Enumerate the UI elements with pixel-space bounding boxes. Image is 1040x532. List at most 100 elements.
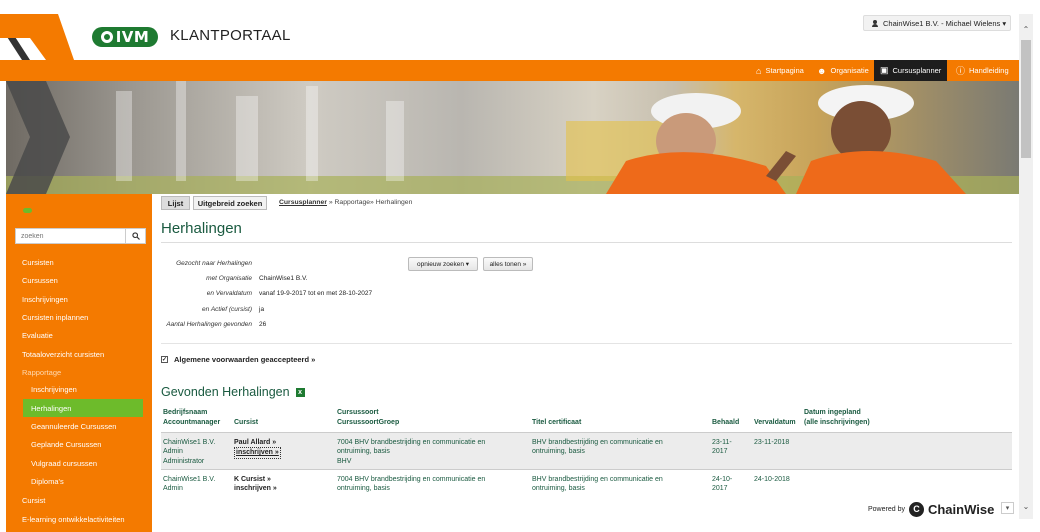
scrollbar-thumb[interactable] xyxy=(1021,40,1031,158)
user-menu[interactable]: ChainWise1 B.V. - Michael Wielens ▾ xyxy=(863,15,1011,31)
page-title: Herhalingen xyxy=(161,220,242,237)
inschrijven-link[interactable]: inschrijven » xyxy=(234,447,281,459)
corner-stripe-graphic xyxy=(0,14,74,60)
tab-lijst[interactable]: Lijst xyxy=(161,196,190,210)
results-title-text: Gevonden Herhalingen xyxy=(161,385,290,399)
nav-organisatie[interactable]: ☻ Organisatie xyxy=(811,60,875,81)
criteria-value: ja xyxy=(259,306,265,313)
table-row[interactable]: ChainWise1 B.V. Admin Administrator Paul… xyxy=(161,432,1012,470)
divider xyxy=(161,242,1012,243)
terms-accepted[interactable]: ✓ Algemene voorwaarden geaccepteerd » xyxy=(161,355,315,364)
ivm-logo[interactable]: IVM xyxy=(92,27,158,47)
sidebar-subitem-inschrijvingen[interactable]: Inschrijvingen xyxy=(6,380,152,398)
inschrijven-link[interactable]: inschrijven » xyxy=(234,484,277,494)
scroll-up-arrow-icon[interactable]: ⌃ xyxy=(1019,24,1033,34)
page: IVM KLANTPORTAAL ChainWise1 B.V. - Micha… xyxy=(0,0,1040,532)
cell-accountmanager: Admin xyxy=(163,485,183,492)
column-header-behaald[interactable]: Behaald xyxy=(712,418,739,427)
sidebar-toggle[interactable] xyxy=(23,208,32,213)
sidebar-item-rapportage[interactable]: Rapportage xyxy=(6,363,152,381)
column-header-datum-ingepland[interactable]: Datum ingepland xyxy=(804,408,861,417)
sidebar-search xyxy=(15,228,146,244)
checkbox-checked-icon: ✓ xyxy=(161,356,168,363)
terms-label: Algemene voorwaarden geaccepteerd » xyxy=(174,355,316,364)
excel-export-icon[interactable]: x xyxy=(295,387,305,397)
sidebar-subitem-herhalingen[interactable]: Herhalingen xyxy=(23,399,143,417)
column-header-cursist[interactable]: Cursist xyxy=(234,418,258,427)
column-header-titel-certificaat[interactable]: Titel certificaat xyxy=(532,418,581,427)
sidebar-item-cursisten[interactable]: Cursisten xyxy=(6,253,152,271)
header: IVM KLANTPORTAAL ChainWise1 B.V. - Micha… xyxy=(0,0,1019,60)
results-title: Gevonden Herhalingen x xyxy=(161,385,305,399)
cell-vervaldatum: 23-11-2018 xyxy=(754,439,790,446)
banner-photo xyxy=(6,81,1019,194)
portal-title: KLANTPORTAAL xyxy=(170,27,291,44)
cell-cursussoort: ontruiming, basis xyxy=(337,448,390,455)
criteria-label: Gezocht naar Herhalingen xyxy=(176,260,252,267)
calendar-icon: ▣ xyxy=(880,65,889,75)
chevron-down-icon[interactable]: ▾ xyxy=(1001,502,1014,514)
breadcrumb-link-cursusplanner[interactable]: Cursusplanner xyxy=(279,199,327,206)
sidebar-item-cursisten-inplannen[interactable]: Cursisten inplannen xyxy=(6,308,152,326)
top-navigation: ⌂ Startpagina ☻ Organisatie ▣ Cursusplanner… xyxy=(0,60,1019,81)
criteria-label: en Actief (cursist) xyxy=(202,306,252,313)
sidebar-subitem-geannuleerde-cursussen[interactable]: Geannuleerde Cursussen xyxy=(6,417,152,435)
column-header-accountmanager[interactable]: Accountmanager xyxy=(163,418,220,427)
sidebar-subitem-diplomas[interactable]: Diploma's xyxy=(6,472,152,490)
user-icon xyxy=(872,19,878,27)
opnieuw-zoeken-button[interactable]: opnieuw zoeken ▾ xyxy=(408,257,478,271)
banner-illustration xyxy=(6,81,1019,194)
column-header-cursussoort[interactable]: Cursussoort xyxy=(337,408,379,417)
cell-behaald: 2017 xyxy=(712,485,728,492)
cell-titel-certificaat: ontruiming, basis xyxy=(532,448,585,455)
scrollbar[interactable]: ⌃ ⌄ xyxy=(1019,14,1033,519)
cell-titel-certificaat: ontruiming, basis xyxy=(532,485,585,492)
scroll-down-arrow-icon[interactable]: ⌄ xyxy=(1019,501,1033,511)
sidebar: Cursisten Cursussen Inschrijvingen Cursi… xyxy=(6,194,152,532)
cell-cursussoortgroep: BHV xyxy=(337,458,352,465)
criteria-label: en Vervaldatum xyxy=(206,290,252,297)
powered-by-label: Powered by xyxy=(868,505,905,513)
criteria-label: Aantal Herhalingen gevonden xyxy=(166,321,252,328)
people-icon: ☻ xyxy=(817,65,827,76)
logo-text: IVM xyxy=(115,28,150,46)
main-content: Lijst Uitgebreid zoeken Cursusplanner » … xyxy=(152,194,1019,532)
column-header-bedrijfsnaam[interactable]: Bedrijfsnaam xyxy=(163,408,207,417)
search-input[interactable] xyxy=(16,229,125,243)
nav-label: Startpagina xyxy=(765,66,804,75)
table-row[interactable]: ChainWise1 B.V. Admin K Cursist » inschr… xyxy=(161,471,1012,501)
cell-vervaldatum: 24-10-2018 xyxy=(754,476,790,483)
tab-uitgebreid-zoeken[interactable]: Uitgebreid zoeken xyxy=(193,196,267,210)
nav-startpagina[interactable]: ⌂ Startpagina xyxy=(750,60,810,81)
sidebar-item-cursist[interactable]: Cursist xyxy=(6,491,152,509)
nav-label: Organisatie xyxy=(830,66,869,75)
sidebar-subitem-geplande-cursussen[interactable]: Geplande Cursussen xyxy=(6,435,152,453)
cell-accountmanager: Admin xyxy=(163,448,183,455)
nav-cursusplanner[interactable]: ▣ Cursusplanner xyxy=(874,60,947,81)
home-icon: ⌂ xyxy=(756,65,762,76)
powered-by-chainwise[interactable]: Powered by C ChainWise xyxy=(868,498,1019,520)
nav-label: Handleiding xyxy=(969,66,1009,75)
cell-accountmanager: Administrator xyxy=(163,458,205,465)
criteria-value: 26 xyxy=(259,321,267,328)
sidebar-item-cursussen[interactable]: Cursussen xyxy=(6,271,152,289)
cell-behaald: 2017 xyxy=(712,448,728,455)
search-button[interactable] xyxy=(125,229,145,243)
sidebar-item-inschrijvingen[interactable]: Inschrijvingen xyxy=(6,290,152,308)
chainwise-brand: ChainWise xyxy=(927,501,995,517)
alles-tonen-button[interactable]: alles tonen » xyxy=(483,257,533,271)
search-icon xyxy=(131,232,140,240)
sidebar-item-totaaloverzicht[interactable]: Totaaloverzicht cursisten xyxy=(6,345,152,363)
column-header-cursussoortgroep[interactable]: CursussoortGroep xyxy=(337,418,399,427)
sidebar-item-evaluatie[interactable]: Evaluatie xyxy=(6,326,152,344)
sidebar-item-e-learning[interactable]: E-learning ontwikkelactiviteiten xyxy=(6,510,152,528)
chainwise-logo-icon: C xyxy=(908,501,924,517)
column-header-vervaldatum[interactable]: Vervaldatum xyxy=(754,418,796,427)
criteria-label: met Organisatie xyxy=(206,275,252,282)
sidebar-subitem-vulgraad-cursussen[interactable]: Vulgraad cursussen xyxy=(6,454,152,472)
criteria-value: ChainWise1 B.V. xyxy=(259,275,308,282)
nav-handleiding[interactable]: ⓘ Handleiding xyxy=(950,60,1015,81)
help-icon: ⓘ xyxy=(956,66,966,76)
criteria-value: vanaf 19-9-2017 tot en met 28-10-2027 xyxy=(259,290,373,297)
column-header-alle-inschrijvingen[interactable]: (alle inschrijvingen) xyxy=(804,418,870,427)
